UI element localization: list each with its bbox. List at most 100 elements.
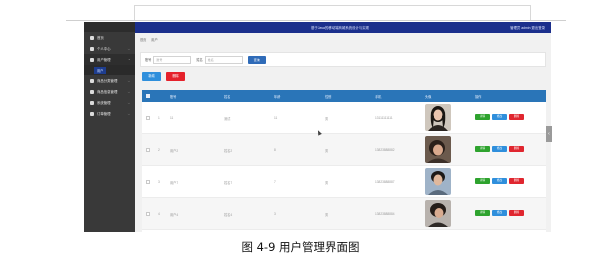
side-collapse-tab[interactable]: ‹ [546,126,552,142]
row-gender: 男 [325,149,329,153]
row-account: 用户7 [170,181,179,185]
sidebar: 首页 个人中心 ⌵ 用户管理 ^ 用户 商品分类管理 ⌵ 商品信息管理 ⌵ 系统… [84,22,135,232]
sidebar-item-label: 商品分类管理 [97,79,118,83]
sidebar-item-system[interactable]: 系统管理 ⌵ [84,97,135,108]
row-gender: 男 [325,117,329,121]
user-table: 账号 姓名 年龄 性别 手机 头像 操作 1 11 测试 11 男 131111… [142,90,546,232]
page-rule [134,5,531,6]
sidebar-item-users[interactable]: 用户管理 ^ [84,54,135,65]
avatar [425,168,451,195]
column-header-age: 年龄 [274,95,281,99]
row-name: 姓名7 [224,181,233,185]
breadcrumb-current: 用户 [151,38,158,42]
select-all-checkbox[interactable] [146,94,150,98]
edit-button[interactable]: 修改 [492,146,507,152]
column-header-phone: 手机 [375,95,382,99]
page-rule [530,5,531,21]
home-icon [90,35,94,40]
box-icon [90,89,94,94]
row-gender: 男 [325,181,329,185]
figure-caption: 图 4-9 用户管理界面图 [241,240,360,254]
column-header-avatar: 头像 [425,95,432,99]
sidebar-item-profile[interactable]: 个人中心 ⌵ [84,43,135,54]
edit-button[interactable]: 修改 [492,210,507,216]
row-account: 11 [170,116,174,120]
sidebar-header [84,22,135,32]
chevron-down-icon: ⌵ [127,79,130,83]
row-checkbox[interactable] [146,180,150,184]
table-row: 1 11 测试 11 男 13111111111 详情 修改 删除 [142,102,546,134]
chevron-up-icon: ^ [128,58,130,62]
sidebar-item-label: 用户管理 [97,58,111,62]
sidebar-subitem-user[interactable]: 用户 [84,65,135,75]
grid-icon [90,111,94,116]
row-age: 7 [274,180,276,184]
search-button[interactable]: 查询 [247,55,266,64]
row-phone: 13823888887 [375,180,395,184]
row-delete-button[interactable]: 删除 [509,178,524,184]
sidebar-item-label: 系统管理 [97,101,111,105]
sidebar-item-label: 个人中心 [97,47,111,51]
breadcrumb: 首页 用户 [140,37,162,42]
view-button[interactable]: 详情 [475,210,490,216]
row-checkbox[interactable] [146,148,150,152]
table-row: 3 用户7 姓名7 7 男 13823888887 详情 修改 删除 [142,166,546,198]
table-header: 账号 姓名 年龄 性别 手机 头像 操作 [142,90,546,102]
action-bar: 新增 删除 [142,72,185,81]
edit-button[interactable]: 修改 [492,114,507,120]
sidebar-item-home[interactable]: 首页 [84,32,135,43]
avatar [425,104,451,131]
account-label: 账号 [145,58,152,62]
folder-icon [90,78,94,83]
row-index: 3 [158,180,160,184]
row-delete-button[interactable]: 删除 [509,146,524,152]
column-header-gender: 性别 [325,95,332,99]
user-menu[interactable]: 管理员 admin 退出登录 [510,25,545,30]
view-button[interactable]: 详情 [475,178,490,184]
row-checkbox[interactable] [146,116,150,120]
row-account: 用户4 [170,213,179,217]
avatar [425,136,451,163]
sidebar-subitem-label: 用户 [94,66,107,74]
delete-button[interactable]: 删除 [166,72,185,81]
gear-icon [90,100,94,105]
view-button[interactable]: 详情 [475,146,490,152]
column-header-account: 账号 [170,95,177,99]
breadcrumb-home[interactable]: 首页 [140,38,146,42]
row-index: 2 [158,148,160,152]
row-age: 3 [274,212,276,216]
users-icon [90,57,94,62]
row-name: 姓名2 [224,149,233,153]
sidebar-item-orders[interactable]: 订单管理 ⌵ [84,108,135,119]
sidebar-item-category[interactable]: 商品分类管理 ⌵ [84,75,135,86]
account-input[interactable]: 账号 [153,55,192,64]
add-button[interactable]: 新增 [142,72,161,81]
view-button[interactable]: 详情 [475,114,490,120]
row-delete-button[interactable]: 删除 [509,210,524,216]
user-icon [90,46,94,51]
row-age: 11 [274,116,278,120]
row-gender: 男 [325,213,329,217]
sidebar-item-label: 订单管理 [97,112,111,116]
chevron-down-icon: ⌵ [127,112,130,116]
name-input[interactable]: 姓名 [204,55,243,64]
search-bar: 账号 账号 姓名 姓名 查询 [140,52,546,67]
table-row: 2 用户2 姓名2 8 男 13823888882 详情 修改 删除 [142,134,546,166]
name-label: 姓名 [196,58,203,62]
column-header-name: 姓名 [224,95,231,99]
edit-button[interactable]: 修改 [492,178,507,184]
top-bar: 基于Java的移动端商城系统设计与实现 管理员 admin 退出登录 [135,22,551,33]
row-name: 姓名4 [224,213,233,217]
row-checkbox[interactable] [146,212,150,216]
chevron-down-icon: ⌵ [127,101,130,105]
page-rule [66,20,566,21]
page-rule [134,5,135,21]
row-phone: 13823888882 [375,148,395,152]
sidebar-item-label: 商品信息管理 [97,90,118,94]
row-index: 1 [158,116,160,120]
sidebar-item-products[interactable]: 商品信息管理 ⌵ [84,86,135,97]
column-header-actions: 操作 [475,95,482,99]
row-delete-button[interactable]: 删除 [509,114,524,120]
screenshot-figure: 首页 个人中心 ⌵ 用户管理 ^ 用户 商品分类管理 ⌵ 商品信息管理 ⌵ 系统… [84,22,551,232]
avatar [425,200,451,227]
